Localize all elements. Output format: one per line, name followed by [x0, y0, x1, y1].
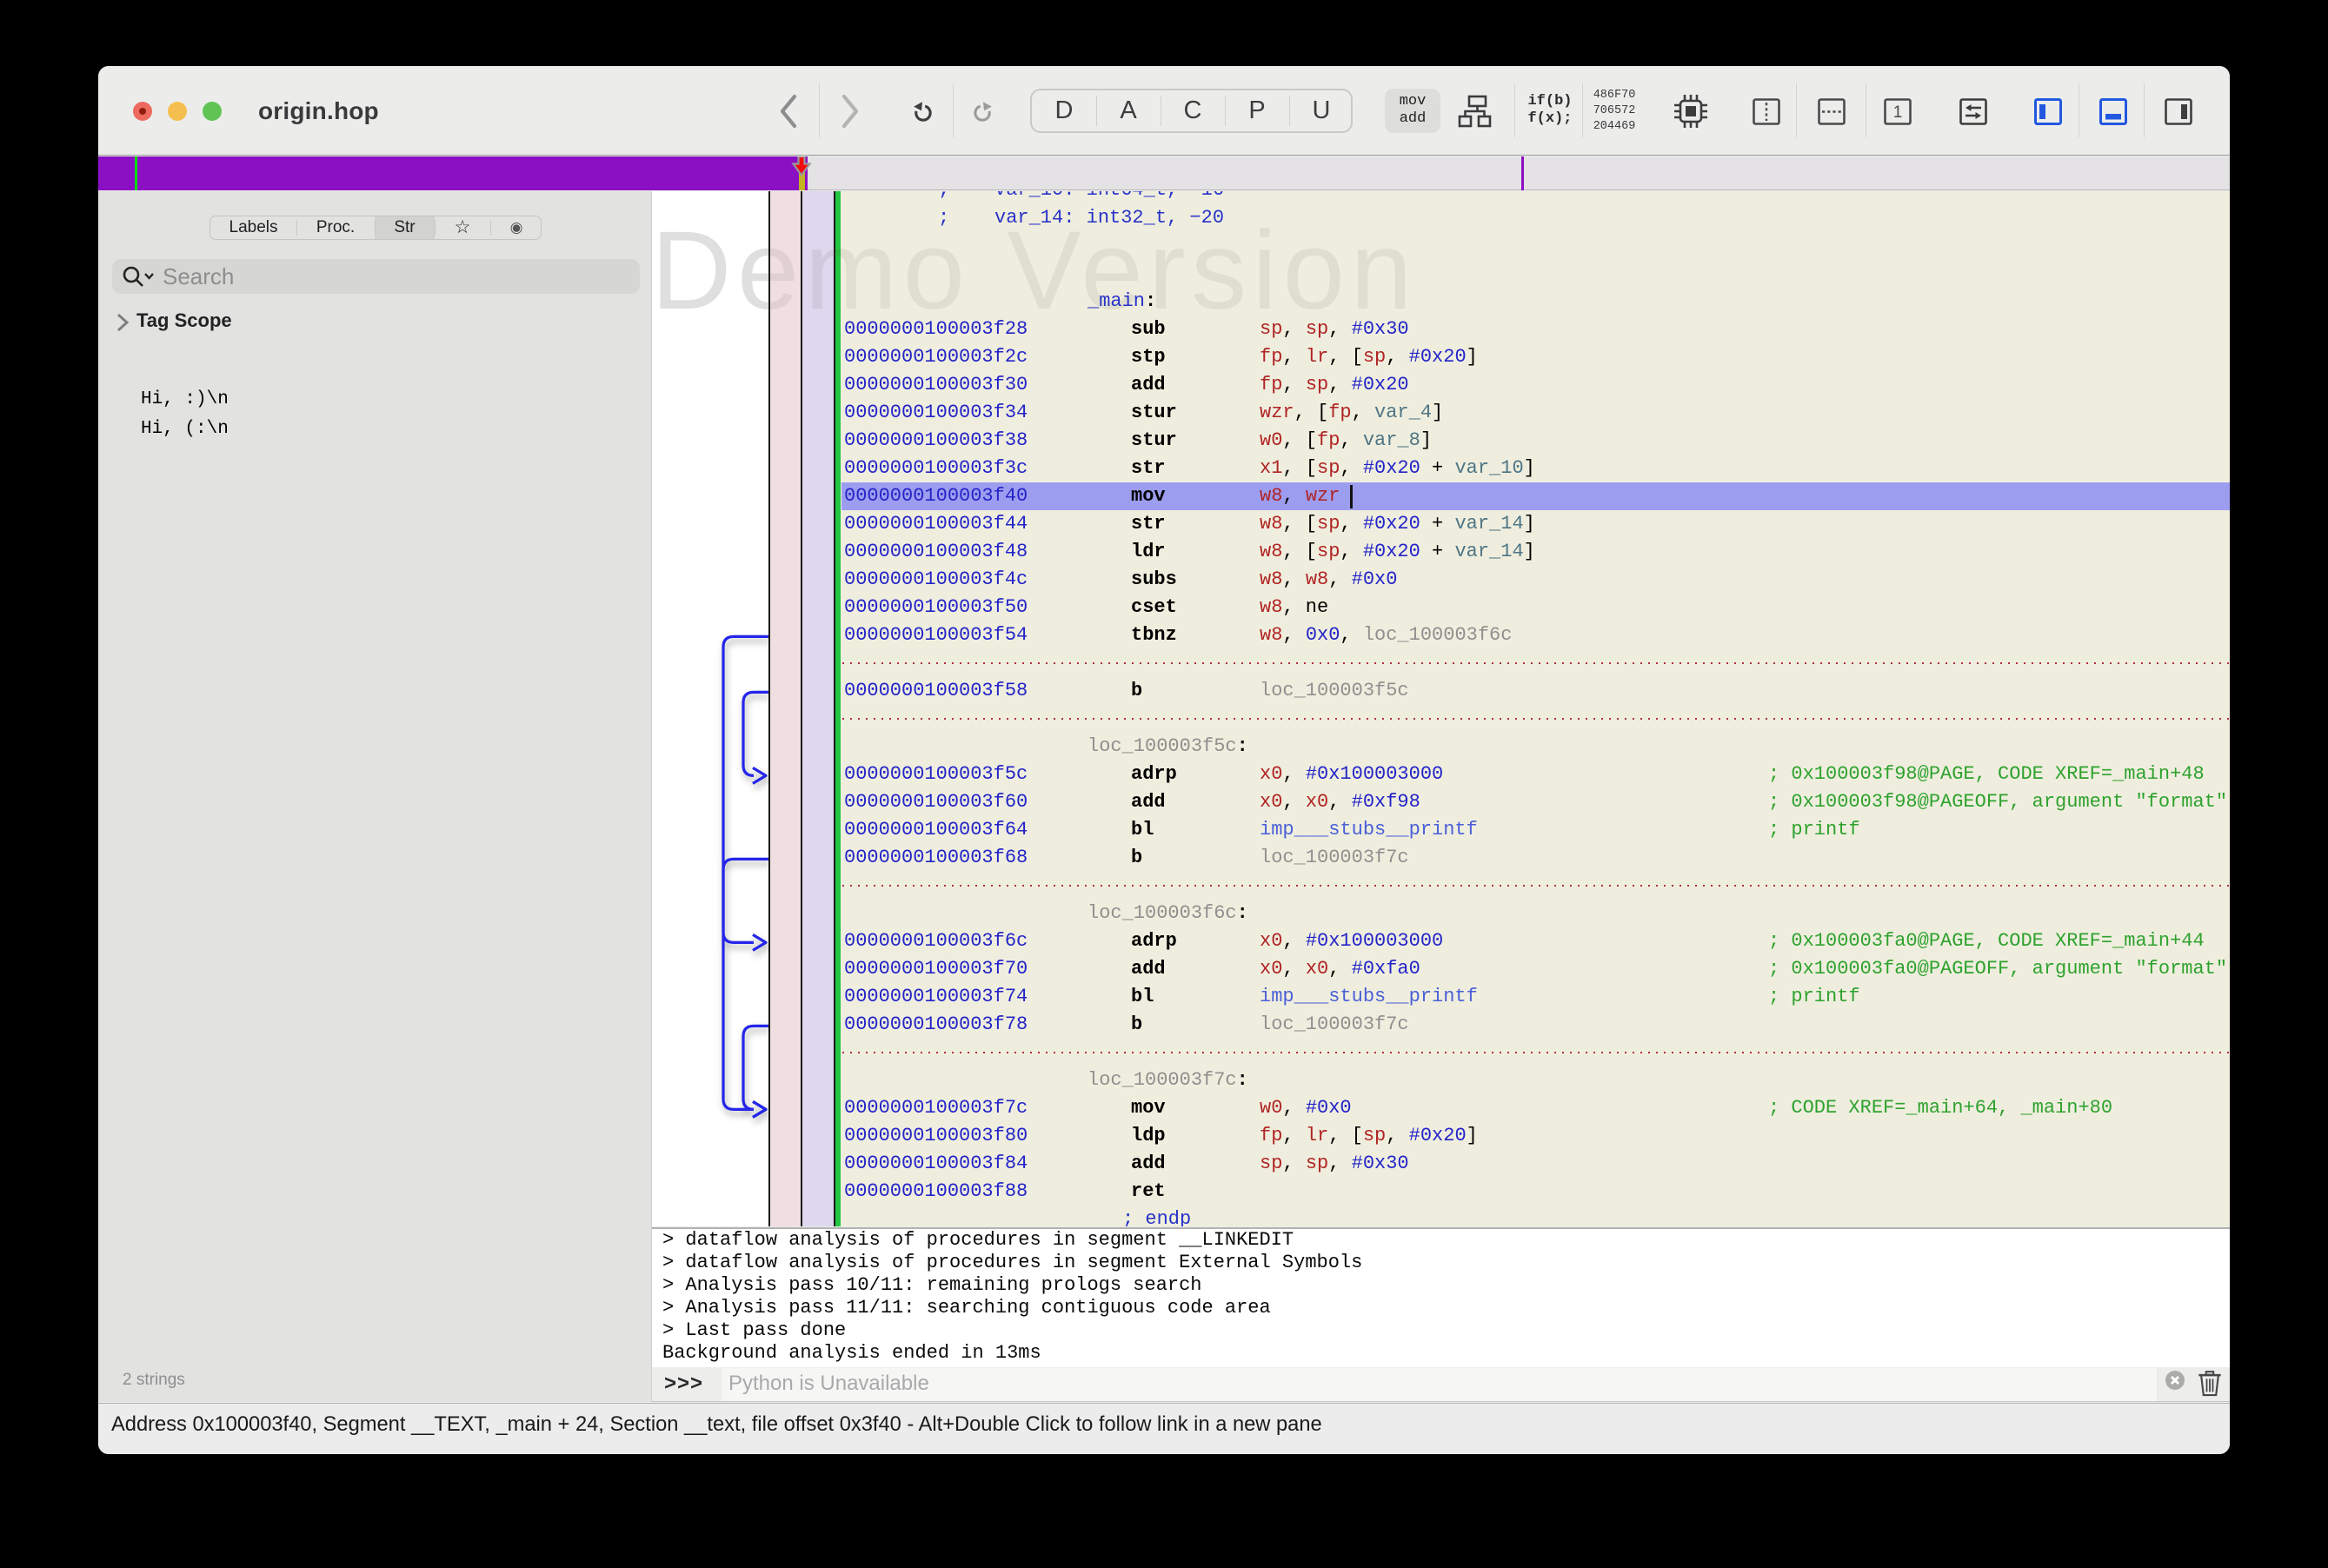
svg-text:1: 1 — [1893, 103, 1903, 122]
